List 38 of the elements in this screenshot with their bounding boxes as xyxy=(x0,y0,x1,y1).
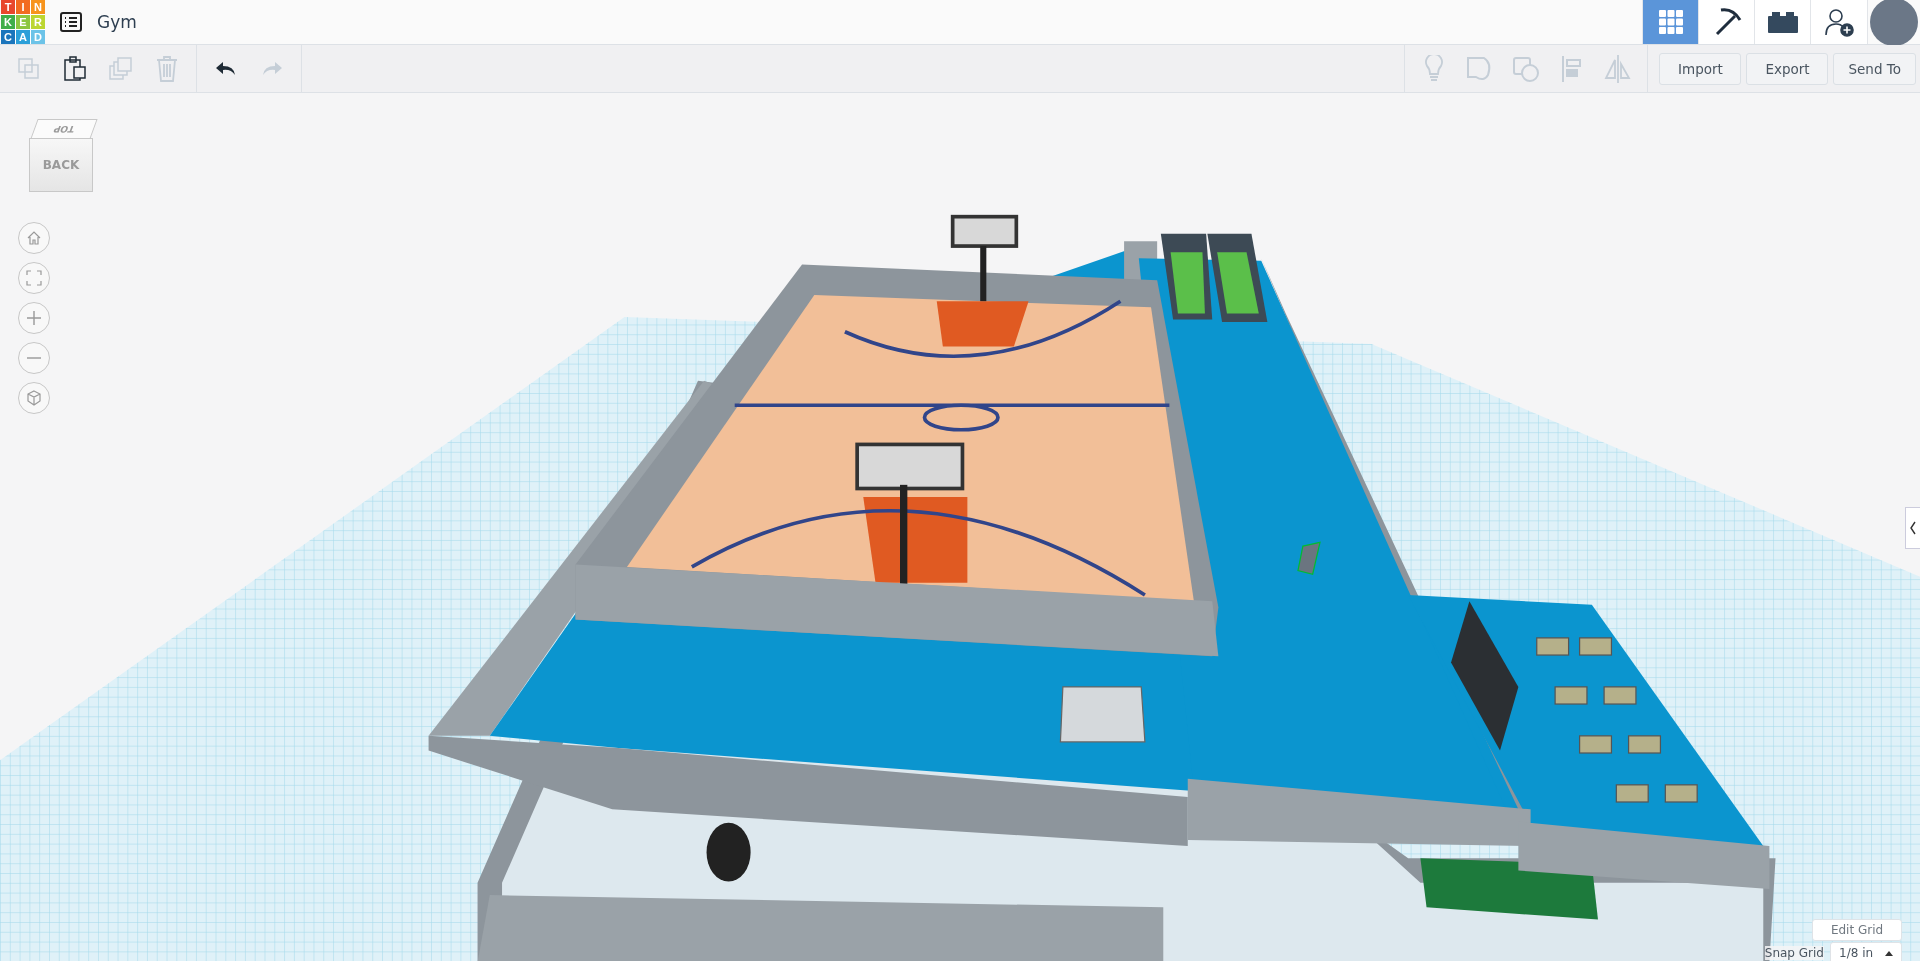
duplicate-icon xyxy=(108,55,134,82)
perspective-button[interactable] xyxy=(18,382,50,414)
minus-icon xyxy=(26,357,42,359)
toolbar-action-button[interactable]: Export xyxy=(1746,52,1829,85)
cube-face-label: BACK xyxy=(42,158,80,172)
toolbar-action-button[interactable]: Send To xyxy=(1833,52,1916,85)
user-avatar[interactable] xyxy=(1870,0,1918,46)
cube-face-label: TOP xyxy=(52,124,76,134)
redo-icon xyxy=(261,60,283,77)
undo-icon xyxy=(215,60,237,77)
design-list-icon[interactable] xyxy=(59,10,83,34)
project-title[interactable]: Gym xyxy=(97,12,137,32)
zoom-out-button[interactable] xyxy=(18,342,50,374)
cube-icon xyxy=(26,390,42,406)
snap-grid-dropdown[interactable]: 1/8 in xyxy=(1830,942,1902,961)
align-icon xyxy=(1561,54,1584,83)
pickaxe-view-button[interactable] xyxy=(1698,0,1754,44)
toolbar-action-button[interactable]: Import xyxy=(1659,52,1742,85)
snap-grid-label: Snap Grid xyxy=(1764,946,1824,960)
home-view-button[interactable] xyxy=(18,222,50,254)
zoom-in-button[interactable] xyxy=(18,302,50,334)
trash-icon xyxy=(156,55,178,82)
home-icon xyxy=(26,230,42,246)
brick-view-button[interactable] xyxy=(1754,0,1810,44)
brick-icon xyxy=(1767,11,1798,33)
grid-icon xyxy=(1657,9,1684,35)
plus-icon xyxy=(26,310,42,326)
fit-view-button[interactable] xyxy=(18,262,50,294)
clipboard-icon xyxy=(63,55,87,82)
edit-grid-button[interactable]: Edit Grid xyxy=(1812,919,1902,941)
chevron-left-icon[interactable] xyxy=(1909,520,1917,536)
copy-icon xyxy=(17,56,41,81)
lightbulb-icon xyxy=(1424,54,1445,83)
caret-up-icon xyxy=(1885,950,1893,956)
tinkercad-logo[interactable]: T I N K E R C A D xyxy=(1,0,45,44)
ungroup-shapes-icon xyxy=(1512,54,1541,83)
add-user-icon[interactable] xyxy=(1824,7,1854,37)
fit-view-icon xyxy=(26,270,42,286)
